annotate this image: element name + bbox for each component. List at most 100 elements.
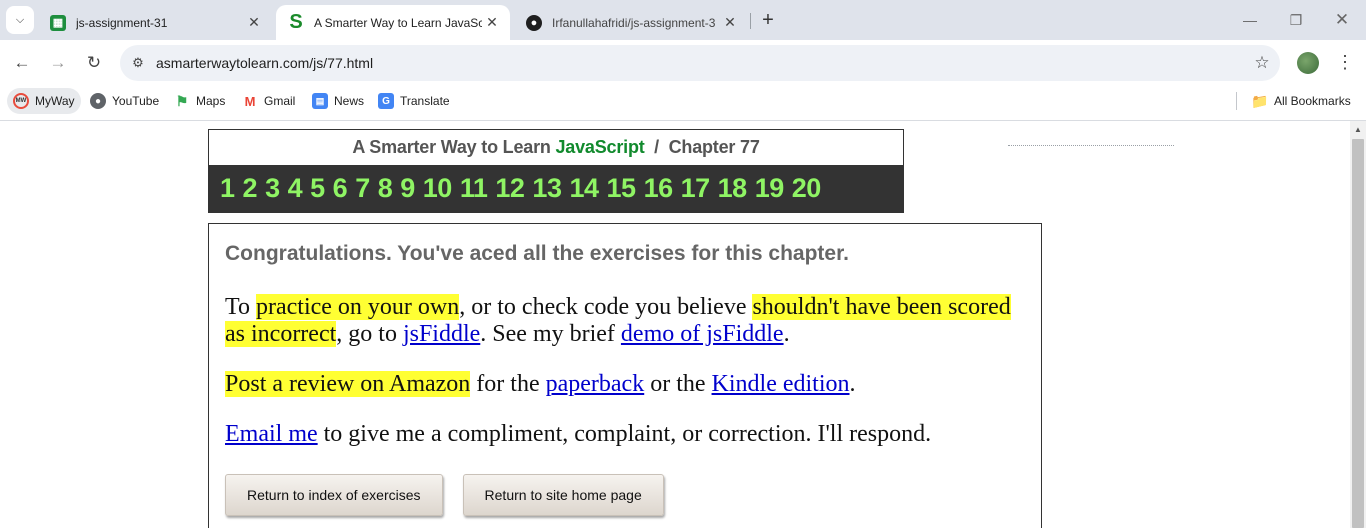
close-icon[interactable]: ✕ [244, 13, 264, 33]
bookmark-label: Maps [196, 94, 226, 108]
s-logo-icon: S [289, 11, 303, 33]
new-tab-button[interactable]: + [757, 9, 779, 31]
gmail-icon: M [244, 93, 256, 109]
bookmark-label: Translate [400, 94, 450, 108]
return-to-index-button[interactable]: Return to index of exercises [225, 474, 443, 516]
header-separator: / [654, 137, 659, 157]
exercise-link-10[interactable]: 10 [423, 173, 453, 204]
bookmark-star-icon[interactable]: ☆ [1244, 53, 1280, 73]
github-icon: ● [526, 14, 542, 31]
exercise-link-13[interactable]: 13 [532, 173, 562, 204]
chapter-nav: A Smarter Way to Learn JavaScript / Chap… [208, 129, 904, 213]
all-bookmarks[interactable]: 📁 All Bookmarks [1246, 88, 1357, 114]
news-icon: ▤ [312, 93, 328, 109]
exercise-link-12[interactable]: 12 [495, 173, 525, 204]
tab-strip: ⌵ ▦ js-assignment-31 ✕ S A Smarter Way t… [0, 0, 1366, 40]
chapter-header: A Smarter Way to Learn JavaScript / Chap… [209, 130, 903, 165]
bookmarks-bar: MW MyWay ● YouTube ⚑ Maps M Gmail ▤ News… [0, 86, 1366, 121]
exercise-link-7[interactable]: 7 [355, 173, 370, 204]
exercise-link-5[interactable]: 5 [310, 173, 325, 204]
bookmark-translate[interactable]: G Translate [372, 88, 456, 114]
globe-icon: ● [90, 93, 106, 109]
scroll-thumb[interactable] [1352, 139, 1364, 528]
paperback-link[interactable]: paperback [546, 371, 645, 397]
bookmark-maps[interactable]: ⚑ Maps [168, 88, 231, 114]
reload-icon: ↻ [86, 53, 102, 72]
bookmark-youtube[interactable]: ● YouTube [84, 88, 165, 114]
maps-icon: ⚑ [175, 92, 189, 109]
sheets-icon: ▦ [50, 14, 66, 31]
practice-paragraph: To practice on your own, or to check cod… [225, 294, 1025, 348]
exercise-link-2[interactable]: 2 [243, 173, 258, 204]
chevron-down-icon: ⌵ [15, 13, 25, 26]
email-me-link[interactable]: Email me [225, 421, 318, 447]
restore-icon: ❐ [1289, 11, 1303, 28]
translate-icon: G [378, 93, 394, 109]
menu-icon[interactable]: ⋮ [1336, 51, 1354, 75]
exercise-link-14[interactable]: 14 [569, 173, 599, 204]
forward-button[interactable]: → [44, 49, 72, 77]
arrow-right-icon: → [49, 53, 67, 72]
scroll-up-icon[interactable]: ▲ [1354, 125, 1362, 134]
reload-button[interactable]: ↻ [80, 49, 108, 77]
exercise-link-4[interactable]: 4 [288, 173, 303, 204]
page-viewport: A Smarter Way to Learn JavaScript / Chap… [0, 121, 1350, 528]
exercise-link-16[interactable]: 16 [644, 173, 674, 204]
vertical-scrollbar[interactable]: ▲ [1350, 121, 1366, 528]
address-bar[interactable]: ⚙ asmarterwaytolearn.com/js/77.html ☆ [120, 45, 1280, 81]
text: to give me a compliment, complaint, or c… [317, 421, 932, 447]
profile-avatar[interactable] [1297, 52, 1319, 74]
tab-search-button[interactable]: ⌵ [6, 6, 34, 34]
exercise-link-17[interactable]: 17 [681, 173, 711, 204]
kindle-edition-link[interactable]: Kindle edition [712, 371, 850, 397]
text: . [849, 371, 856, 397]
review-paragraph: Post a review on Amazon for the paperbac… [225, 371, 1025, 398]
text: or the [644, 371, 712, 397]
bookmark-label: MyWay [35, 94, 75, 108]
bookmark-gmail[interactable]: M Gmail [236, 88, 301, 114]
chapter-title: Chapter 77 [668, 137, 760, 157]
folder-icon: 📁 [1251, 92, 1269, 109]
exercise-link-6[interactable]: 6 [333, 173, 348, 204]
exercise-link-9[interactable]: 9 [400, 173, 415, 204]
bookmark-label: All Bookmarks [1274, 94, 1351, 108]
exercise-link-3[interactable]: 3 [265, 173, 280, 204]
exercise-link-19[interactable]: 19 [755, 173, 785, 204]
completion-panel: Congratulations. You've aced all the exe… [208, 223, 1042, 528]
restore-button[interactable]: ❐ [1284, 8, 1308, 32]
tab-github[interactable]: ● Irfanullahafridi/js-assignment-3 ✕ [514, 5, 748, 40]
close-window-button[interactable]: ✕ [1330, 8, 1354, 32]
bookmark-myway[interactable]: MW MyWay [7, 88, 81, 114]
exercise-link-11[interactable]: 11 [460, 173, 488, 204]
exercise-link-8[interactable]: 8 [378, 173, 393, 204]
close-icon[interactable]: ✕ [720, 13, 740, 33]
browser-toolbar: ← → ↻ ⚙ asmarterwaytolearn.com/js/77.htm… [0, 40, 1366, 86]
tab-title: Irfanullahafridi/js-assignment-3 [552, 15, 716, 30]
return-to-home-button[interactable]: Return to site home page [462, 474, 664, 516]
highlight-practice: practice on your own [255, 294, 460, 320]
exercise-link-1[interactable]: 1 [220, 173, 235, 204]
text: , or to check code you believe [459, 294, 753, 320]
myway-icon: MW [13, 93, 29, 109]
exercise-link-18[interactable]: 18 [718, 173, 748, 204]
url-text[interactable]: asmarterwaytolearn.com/js/77.html [156, 55, 1244, 71]
exercise-link-20[interactable]: 20 [792, 173, 822, 204]
bookmark-news[interactable]: ▤ News [306, 88, 370, 114]
back-button[interactable]: ← [8, 49, 36, 77]
site-info-icon[interactable]: ⚙ [120, 55, 156, 71]
jsfiddle-link[interactable]: jsFiddle [403, 321, 480, 347]
close-icon[interactable]: ✕ [482, 13, 502, 33]
congrats-heading: Congratulations. You've aced all the exe… [225, 242, 849, 265]
tab-js-assignment[interactable]: ▦ js-assignment-31 ✕ [38, 5, 272, 40]
close-icon: ✕ [1334, 10, 1350, 29]
tab-separator [750, 13, 751, 29]
tab-title: js-assignment-31 [76, 15, 168, 30]
email-paragraph: Email me to give me a compliment, compla… [225, 421, 1025, 448]
demo-jsfiddle-link[interactable]: demo of jsFiddle [621, 321, 784, 347]
exercise-number-bar: 1 2 3 4 5 6 7 8 9 10 11 12 13 14 15 16 17 18 19 20 [209, 165, 903, 212]
minimize-button[interactable]: — [1238, 8, 1262, 32]
dotted-divider [1008, 145, 1174, 146]
tab-smarter-way[interactable]: S A Smarter Way to Learn JavaScr ✕ [276, 5, 510, 40]
plus-icon: + [762, 8, 774, 31]
exercise-link-15[interactable]: 15 [607, 173, 637, 204]
